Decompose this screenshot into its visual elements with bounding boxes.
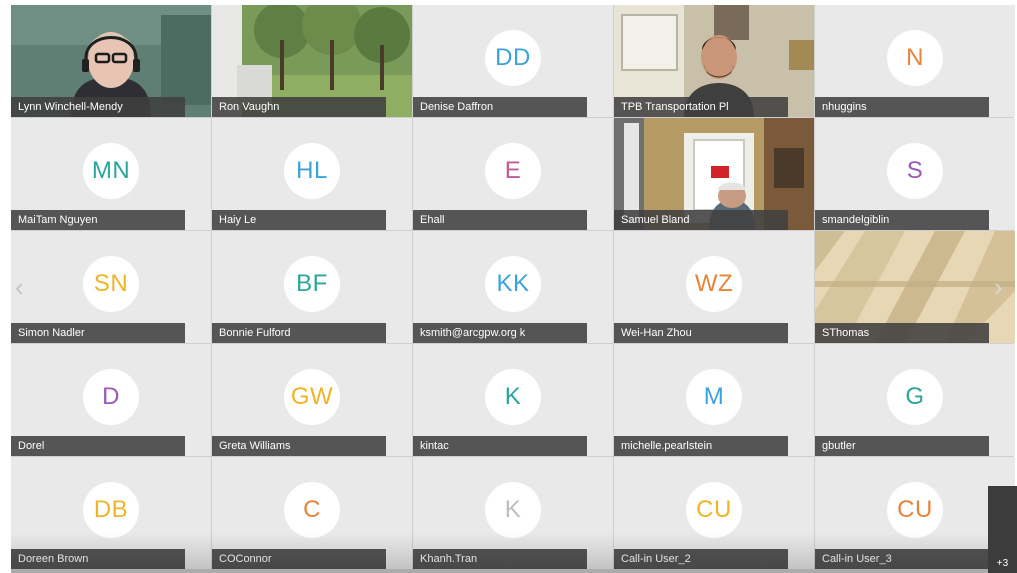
participant-tile[interactable]: Ssmandelgiblin [815, 118, 1015, 230]
participant-name: TPB Transportation Pl [614, 97, 788, 117]
participant-name: Dorel [11, 436, 185, 456]
participant-name: Ron Vaughn [212, 97, 386, 117]
participant-tile[interactable]: Lynn Winchell-Mendy [11, 5, 211, 117]
participant-avatar: N [887, 30, 943, 86]
participant-avatar: M [686, 369, 742, 425]
chevron-right-icon[interactable]: › [994, 274, 1003, 300]
participant-name: Lynn Winchell-Mendy [11, 97, 185, 117]
more-participants-count: +3 [996, 558, 1009, 569]
participant-avatar: WZ [686, 256, 742, 312]
participant-avatar: K [485, 369, 541, 425]
participant-name: ksmith@arcgpw.org k [413, 323, 587, 343]
participant-grid: Lynn Winchell-Mendy Ron Vaughn DD Denise D… [11, 5, 1015, 573]
participant-tile[interactable]: DB Doreen Brown [11, 457, 211, 569]
participant-name: Greta Williams [212, 436, 386, 456]
participant-name: Call-in User_2 [614, 549, 788, 569]
participant-tile[interactable]: Nnhuggins [815, 5, 1015, 117]
participant-avatar: E [485, 143, 541, 199]
participant-name: Call-in User_3 [815, 549, 989, 569]
chevron-left-icon[interactable]: ‹ [15, 274, 24, 300]
participant-name: Wei-Han Zhou [614, 323, 788, 343]
participant-avatar: CU [887, 482, 943, 538]
participant-name: Samuel Bland [614, 210, 788, 230]
participant-tile[interactable]: CU Call-in User_3 [815, 457, 1015, 569]
participant-tile[interactable]: D Dorel [11, 344, 211, 456]
participant-tile[interactable]: E Ehall [413, 118, 613, 230]
participant-tile[interactable]: BF Bonnie Fulford [212, 231, 412, 343]
participant-avatar: D [83, 369, 139, 425]
participant-name: Simon Nadler [11, 323, 185, 343]
participant-tile[interactable]: Samuel Bland [614, 118, 814, 230]
participant-tile[interactable]: MN MaiTam Nguyen [11, 118, 211, 230]
participant-avatar: SN [83, 256, 139, 312]
participant-avatar: CU [686, 482, 742, 538]
participant-avatar: GW [284, 369, 340, 425]
participant-tile[interactable]: K Khanh.Tran [413, 457, 613, 569]
participant-avatar: DD [485, 30, 541, 86]
participant-tile[interactable]: SN Simon Nadler [11, 231, 211, 343]
participant-tile[interactable]: CU Call-in User_2 [614, 457, 814, 569]
participant-avatar: MN [83, 143, 139, 199]
participant-name: COConnor [212, 549, 386, 569]
participant-tile[interactable]: Mmichelle.pearlstein [614, 344, 814, 456]
participant-tile[interactable]: Ggbutler [815, 344, 1015, 456]
participant-avatar: KK [485, 256, 541, 312]
participant-tile[interactable]: KK ksmith@arcgpw.org k [413, 231, 613, 343]
participant-tile[interactable]: DD Denise Daffron [413, 5, 613, 117]
participant-tile[interactable]: SThomas [815, 231, 1015, 343]
participant-tile[interactable]: Ron Vaughn [212, 5, 412, 117]
participant-name: SThomas [815, 323, 989, 343]
participant-name: Ehall [413, 210, 587, 230]
participant-tile[interactable]: HL Haiy Le [212, 118, 412, 230]
participant-tile[interactable]: WZ Wei-Han Zhou [614, 231, 814, 343]
participant-name: nhuggins [815, 97, 989, 117]
participant-name: Khanh.Tran [413, 549, 587, 569]
participant-name: Bonnie Fulford [212, 323, 386, 343]
participant-name: michelle.pearlstein [614, 436, 788, 456]
participant-avatar: C [284, 482, 340, 538]
participant-avatar: DB [83, 482, 139, 538]
participant-tile[interactable]: C COConnor [212, 457, 412, 569]
participant-tile[interactable]: TPB Transportation Pl [614, 5, 814, 117]
participant-name: smandelgiblin [815, 210, 989, 230]
participant-name: gbutler [815, 436, 989, 456]
participant-name: Doreen Brown [11, 549, 185, 569]
participant-name: Haiy Le [212, 210, 386, 230]
participant-avatar: K [485, 482, 541, 538]
participant-name: kintac [413, 436, 587, 456]
participant-avatar: HL [284, 143, 340, 199]
participant-tile[interactable]: Kkintac [413, 344, 613, 456]
participant-name: MaiTam Nguyen [11, 210, 185, 230]
more-participants-button[interactable]: +3 [988, 486, 1017, 573]
participant-avatar: BF [284, 256, 340, 312]
participant-avatar: S [887, 143, 943, 199]
participant-name: Denise Daffron [413, 97, 587, 117]
participant-avatar: G [887, 369, 943, 425]
participant-tile[interactable]: GW Greta Williams [212, 344, 412, 456]
